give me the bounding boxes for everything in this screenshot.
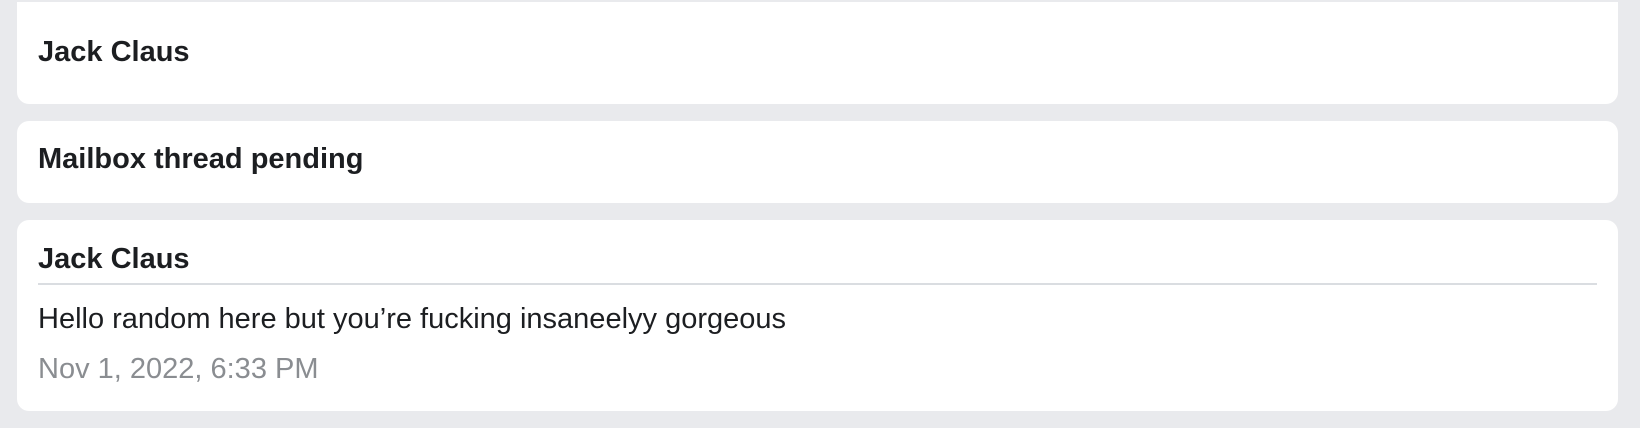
message-card: Jack Claus Hello random here but you’re …	[17, 220, 1618, 411]
message-timestamp: Nov 1, 2022, 6:33 PM	[38, 353, 319, 385]
message-sender: Jack Claus	[38, 243, 190, 275]
contact-name: Jack Claus	[38, 36, 190, 68]
contact-name-card: Jack Claus	[17, 2, 1618, 104]
thread-status-text: Mailbox thread pending	[38, 143, 364, 175]
thread-status-card: Mailbox thread pending	[17, 121, 1618, 203]
message-body: Hello random here but you’re fucking ins…	[38, 303, 786, 335]
message-divider	[38, 283, 1597, 285]
